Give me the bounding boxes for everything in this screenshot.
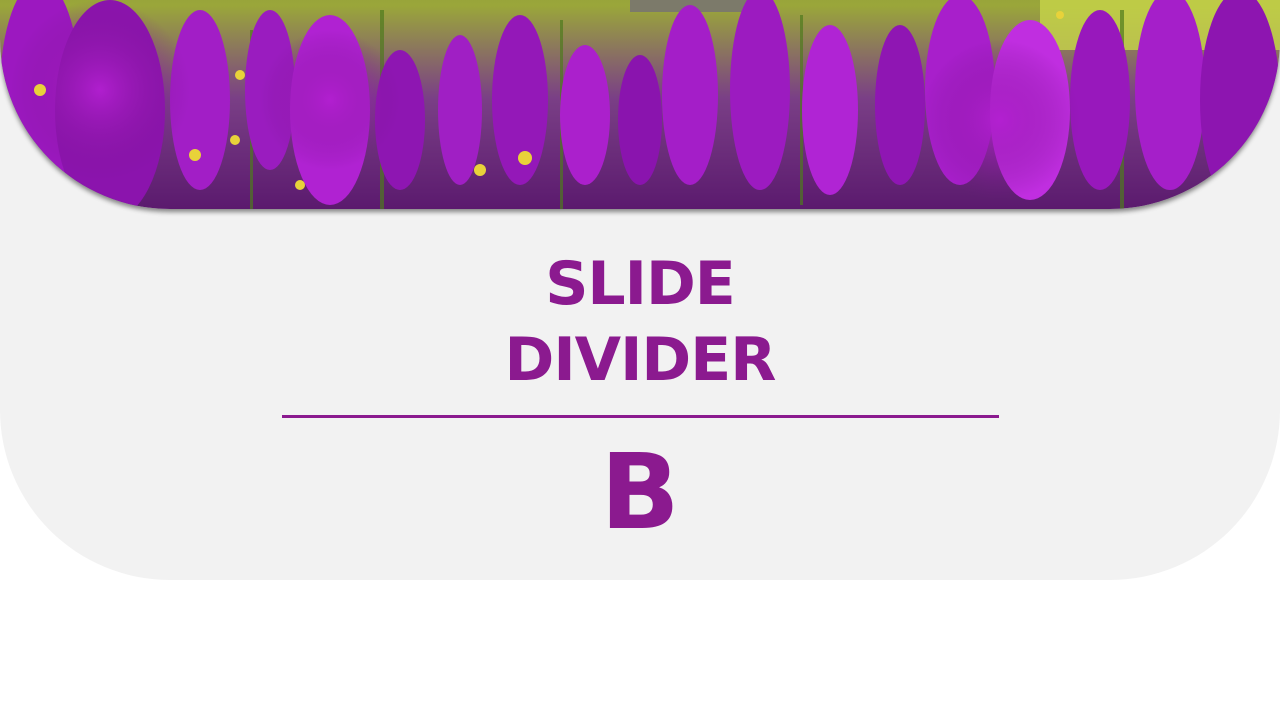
flower-field-photo bbox=[0, 0, 1280, 209]
title-line-2: DIVIDER bbox=[504, 325, 777, 395]
divider-line bbox=[282, 415, 999, 418]
section-letter: B bbox=[600, 431, 680, 553]
slide-divider: SLIDE DIVIDER B bbox=[0, 0, 1280, 720]
title-line-1: SLIDE bbox=[545, 249, 736, 319]
slide-title: SLIDE DIVIDER bbox=[0, 246, 1280, 398]
lavender-field-photo-icon bbox=[0, 0, 1280, 209]
